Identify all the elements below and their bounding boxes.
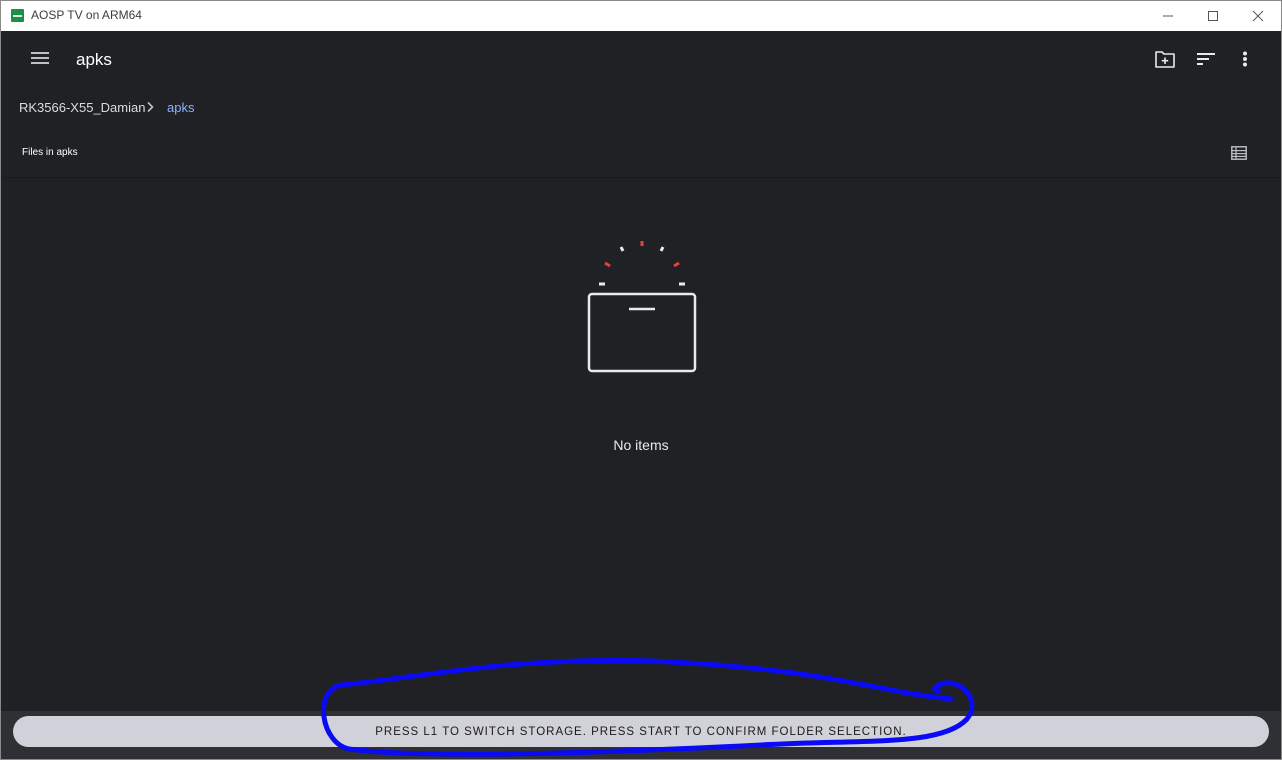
hint-text: PRESS L1 TO SWITCH STORAGE. PRESS START …: [375, 726, 907, 738]
hint-pill: PRESS L1 TO SWITCH STORAGE. PRESS START …: [13, 716, 1269, 747]
window-titlebar[interactable]: AOSP TV on ARM64: [1, 1, 1281, 31]
app-screen: apks RK3566-X55_Damian apks Files in apk…: [1, 31, 1281, 759]
close-button[interactable]: [1235, 1, 1281, 31]
list-view-icon[interactable]: [1231, 146, 1247, 160]
empty-box-icon: [587, 241, 697, 373]
app-logo-icon: [11, 9, 24, 22]
menu-icon[interactable]: [31, 51, 49, 65]
window-title: AOSP TV on ARM64: [31, 8, 142, 22]
hint-bar: PRESS L1 TO SWITCH STORAGE. PRESS START …: [1, 711, 1281, 759]
more-vert-icon[interactable]: [1242, 51, 1248, 67]
section-label: Files in apks: [22, 147, 78, 158]
breadcrumb-root[interactable]: RK3566-X55_Damian: [19, 100, 145, 115]
chevron-right-icon: [147, 101, 154, 113]
maximize-button[interactable]: [1190, 1, 1236, 31]
close-icon: [1252, 10, 1264, 22]
header-divider: [1, 177, 1281, 178]
breadcrumb-current[interactable]: apks: [167, 100, 194, 115]
empty-message: No items: [613, 437, 669, 453]
sort-icon[interactable]: [1197, 52, 1215, 66]
new-folder-icon[interactable]: [1155, 50, 1175, 68]
minimize-icon: [1163, 15, 1173, 17]
folder-title: apks: [76, 50, 112, 69]
maximize-icon: [1208, 11, 1218, 21]
emulator-window: AOSP TV on ARM64 apks RK3566-X55_Damian: [0, 0, 1282, 760]
minimize-button[interactable]: [1145, 1, 1191, 31]
